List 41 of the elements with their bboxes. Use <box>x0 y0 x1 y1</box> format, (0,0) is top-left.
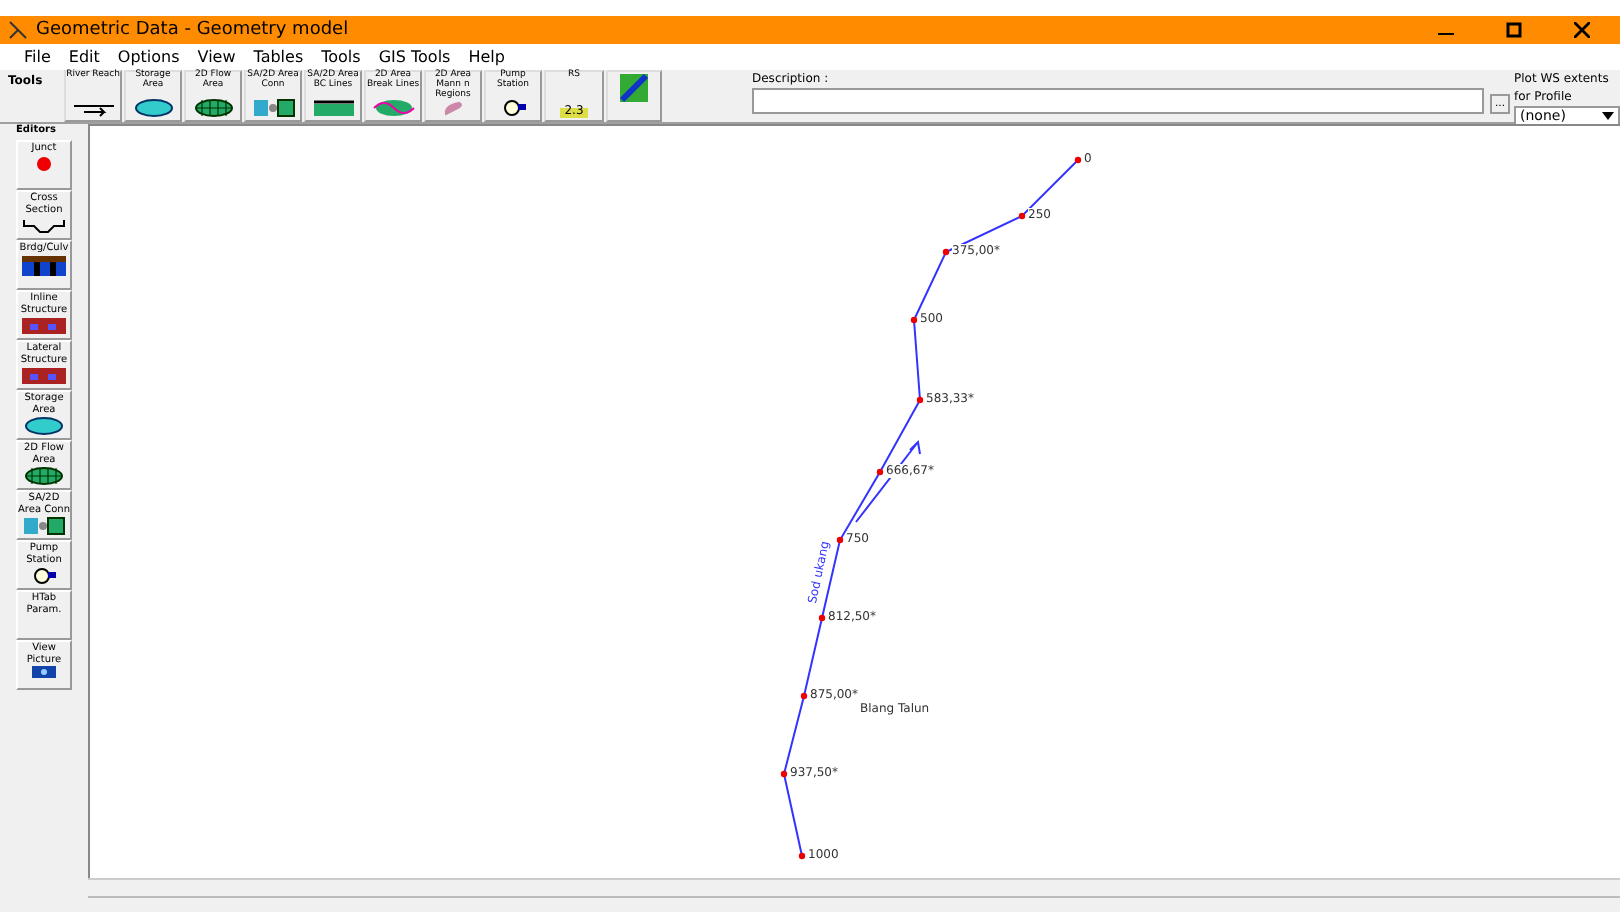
camera-icon <box>32 666 56 678</box>
map-icon <box>618 72 650 104</box>
cross-section-icon <box>22 216 66 236</box>
map-button[interactable] <box>606 70 662 122</box>
menu-item[interactable]: Tools <box>321 46 361 68</box>
pond-icon <box>131 98 175 118</box>
menu-item[interactable]: Help <box>468 46 505 68</box>
connection-icon <box>251 98 295 118</box>
maximize-icon[interactable] <box>1506 22 1522 38</box>
menu-item[interactable]: Edit <box>68 46 100 68</box>
menu-item[interactable]: File <box>24 46 51 68</box>
menu-item[interactable]: GIS Tools <box>378 46 451 68</box>
weir-icon <box>22 316 66 336</box>
boundary-icon <box>311 98 355 118</box>
mesh-icon <box>191 98 235 118</box>
station-dot <box>942 248 950 256</box>
break-line-icon <box>371 98 415 118</box>
station-dot <box>916 396 924 404</box>
station-dot <box>798 852 806 860</box>
station-dot <box>780 770 788 778</box>
description-field[interactable] <box>752 88 1484 114</box>
station-dot <box>836 536 844 544</box>
station-dot <box>910 316 918 324</box>
connection-icon <box>22 516 66 536</box>
window-title: Geometric Data - Geometry model <box>36 20 351 40</box>
close-icon[interactable] <box>1574 22 1590 38</box>
station-dot <box>1018 212 1026 220</box>
menu-item[interactable]: Tables <box>253 46 304 68</box>
bridge-icon <box>22 255 66 275</box>
menu-item[interactable]: View <box>197 46 236 68</box>
dropdown-arrow-icon <box>1602 112 1614 120</box>
station-dot <box>800 692 808 700</box>
dot-icon <box>36 155 52 171</box>
mesh-icon <box>22 466 66 486</box>
pond-icon <box>22 416 66 436</box>
weir-icon <box>22 366 66 386</box>
station-dot <box>818 614 826 622</box>
app-icon <box>8 20 28 40</box>
menu-item[interactable]: Options <box>117 46 180 68</box>
station-dot <box>1074 156 1082 164</box>
station-dot <box>876 468 884 476</box>
